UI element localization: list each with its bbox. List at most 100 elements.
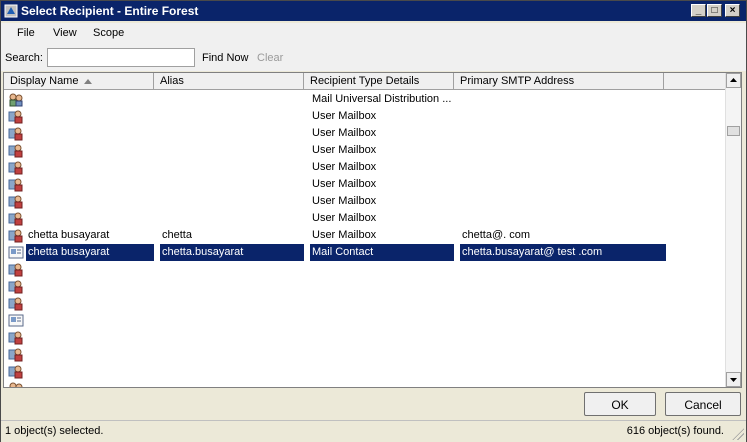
minimize-button[interactable]: _ [691, 4, 706, 17]
cell-alias [160, 261, 304, 278]
cell-display-name [26, 380, 154, 387]
user-mailbox-icon [8, 330, 24, 345]
cell-alias [160, 176, 304, 193]
cell-alias [160, 329, 304, 346]
table-row[interactable] [4, 312, 726, 329]
search-input[interactable] [47, 48, 195, 67]
cell-smtp-address [460, 295, 666, 312]
selection-count: 1 object(s) selected. [5, 425, 104, 437]
table-row[interactable]: User Mailbox [4, 142, 726, 159]
cell-recipient-type: Mail Contact [310, 244, 454, 261]
cell-recipient-type: User Mailbox [312, 161, 377, 173]
menu-view[interactable]: View [53, 27, 77, 39]
scroll-thumb[interactable] [727, 126, 740, 136]
cell-display-name [26, 312, 154, 329]
cell-display-name [26, 278, 154, 295]
cell-recipient-type [310, 329, 454, 346]
status-bar: 1 object(s) selected. 616 object(s) foun… [1, 420, 746, 442]
find-now-button[interactable]: Find Now [202, 52, 248, 64]
column-smtp-address[interactable]: Primary SMTP Address [454, 73, 664, 89]
cell-alias [160, 142, 304, 159]
cell-display-name [26, 159, 154, 176]
table-row[interactable] [4, 346, 726, 363]
table-row[interactable] [4, 329, 726, 346]
scroll-down-button[interactable] [726, 372, 741, 387]
resize-grip-icon[interactable] [732, 428, 744, 440]
mail-contact-icon [8, 245, 24, 260]
title-bar[interactable]: Select Recipient - Entire Forest _ □ × [1, 1, 746, 21]
table-row[interactable]: User Mailbox [4, 125, 726, 142]
sort-ascending-icon [84, 78, 93, 84]
arrow-down-icon [730, 378, 737, 382]
cell-recipient-type [310, 278, 454, 295]
cell-alias: chetta [162, 229, 192, 241]
cell-display-name [26, 261, 154, 278]
cell-alias [160, 91, 304, 108]
column-display-name[interactable]: Display Name [4, 73, 154, 89]
table-row[interactable] [4, 363, 726, 380]
found-count: 616 object(s) found. [626, 425, 724, 437]
table-row[interactable] [4, 380, 726, 387]
table-row[interactable]: chetta busayarat chetta.busayarat Mail Con… [4, 244, 726, 261]
table-row[interactable] [4, 261, 726, 278]
cell-display-name [26, 108, 154, 125]
distribution-group-icon [8, 92, 24, 107]
scroll-up-button[interactable] [726, 73, 741, 88]
cell-display-name [26, 91, 154, 108]
cell-alias [160, 295, 304, 312]
table-row[interactable]: User Mailbox [4, 108, 726, 125]
cell-alias [160, 159, 304, 176]
cell-smtp-address [460, 176, 666, 193]
cell-recipient-type: User Mailbox [312, 212, 377, 224]
cell-recipient-type [310, 312, 454, 329]
cell-recipient-type: User Mailbox [312, 110, 377, 122]
recipient-list[interactable]: Display Name Alias Recipient Type Detail… [3, 72, 742, 388]
cell-alias [160, 193, 304, 210]
menu-scope[interactable]: Scope [93, 27, 124, 39]
cell-recipient-type [310, 363, 454, 380]
cell-alias [160, 346, 304, 363]
column-alias[interactable]: Alias [154, 73, 304, 89]
table-row[interactable]: User Mailbox [4, 193, 726, 210]
menu-file[interactable]: File [17, 27, 35, 39]
user-mailbox-icon [8, 109, 24, 124]
cell-display-name: chetta busayarat [28, 229, 110, 241]
column-recipient-type[interactable]: Recipient Type Details [304, 73, 454, 89]
table-row[interactable]: Mail Universal Distribution ... [4, 91, 726, 108]
clear-button[interactable]: Clear [257, 52, 283, 64]
cell-smtp-address [460, 125, 666, 142]
cell-smtp-address: chetta.busayarat@ test .com [460, 244, 666, 261]
cell-alias: chetta.busayarat [160, 244, 304, 261]
rows-container: Mail Universal Distribution ... User Mail… [4, 91, 726, 387]
cell-smtp-address [460, 312, 666, 329]
vertical-scrollbar[interactable] [725, 73, 741, 387]
search-label: Search: [5, 52, 43, 64]
cell-recipient-type: User Mailbox [312, 127, 377, 139]
cell-smtp-address [460, 91, 666, 108]
cell-display-name [26, 295, 154, 312]
table-row[interactable] [4, 295, 726, 312]
table-row[interactable] [4, 278, 726, 295]
maximize-button[interactable]: □ [707, 4, 722, 17]
cell-alias [160, 363, 304, 380]
app-icon [4, 4, 18, 18]
ok-button[interactable]: OK [584, 392, 656, 416]
user-mailbox-icon [8, 364, 24, 379]
cell-recipient-type: Mail Universal Distribution ... [312, 93, 452, 105]
table-row[interactable]: User Mailbox [4, 210, 726, 227]
cancel-button[interactable]: Cancel [665, 392, 741, 416]
user-mailbox-icon [8, 194, 24, 209]
user-mailbox-icon [8, 347, 24, 362]
close-button[interactable]: × [725, 4, 740, 17]
table-row[interactable]: chetta busayarat chetta User Mailbox chetta… [4, 227, 726, 244]
user-mailbox-icon [8, 262, 24, 277]
user-mailbox-icon [8, 211, 24, 226]
cell-smtp-address [460, 210, 666, 227]
table-row[interactable]: User Mailbox [4, 159, 726, 176]
cell-alias [160, 312, 304, 329]
cell-display-name [26, 329, 154, 346]
user-mailbox-icon [8, 160, 24, 175]
cell-recipient-type: User Mailbox [312, 144, 377, 156]
distribution-group-icon [8, 381, 24, 387]
table-row[interactable]: User Mailbox [4, 176, 726, 193]
